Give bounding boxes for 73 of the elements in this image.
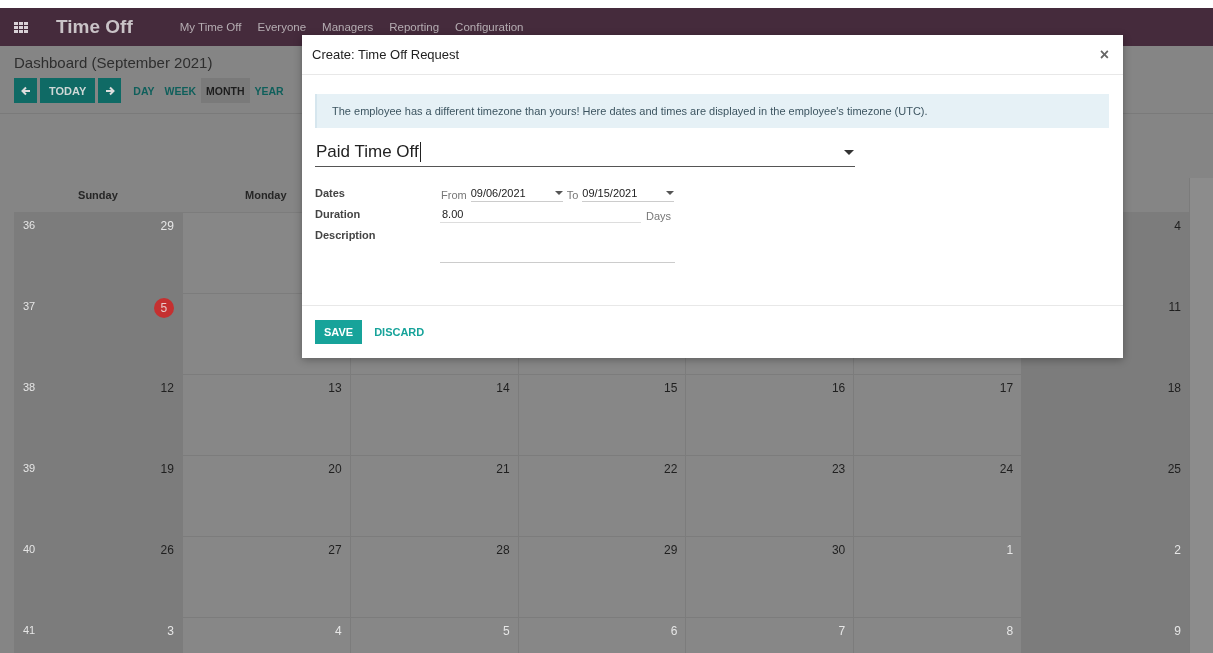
today-badge: 5: [153, 298, 174, 318]
day-number: 29: [160, 219, 174, 233]
apps-menu-button[interactable]: [14, 21, 28, 33]
day-number: 3: [167, 624, 174, 638]
week-number: 37: [23, 300, 36, 312]
menu-item[interactable]: Configuration: [455, 21, 524, 33]
timezone-alert: The employee has a different timezone than yours! Here dates and times are displayed in the employee's timezone (UTC).: [315, 94, 1109, 128]
day-number: 16: [831, 381, 846, 395]
save-button[interactable]: SAVE: [315, 320, 363, 344]
field-label: Description: [315, 229, 377, 241]
discard-button[interactable]: DISCARD: [368, 325, 431, 339]
weekday-header: Sunday: [78, 189, 118, 201]
app-title: Time Off: [56, 16, 133, 38]
day-number: 7: [838, 624, 846, 638]
week-number: 39: [23, 462, 36, 474]
day-number: 1: [1006, 543, 1014, 557]
day-number: 4: [1174, 219, 1181, 233]
today-button[interactable]: TODAY: [40, 78, 96, 103]
day-number: 12: [160, 381, 174, 395]
day-number: 8: [1006, 624, 1014, 638]
day-number: 14: [496, 381, 510, 395]
week-number: 41: [23, 624, 36, 636]
day-number: 13: [328, 381, 342, 395]
day-number: 2: [1174, 543, 1181, 557]
field-label: Dates: [315, 187, 346, 199]
day-number: 20: [328, 462, 342, 476]
menu-item[interactable]: Managers: [322, 21, 374, 33]
field-prefix: From: [441, 188, 467, 201]
field-prefix: To: [566, 188, 579, 201]
day-number: 22: [664, 462, 678, 476]
day-number: 11: [1168, 300, 1181, 314]
day-number: 28: [496, 543, 510, 557]
day-number: 29: [664, 543, 678, 557]
week-number: 36: [23, 219, 36, 231]
day-number: 17: [999, 381, 1014, 395]
day-number: 26: [160, 543, 174, 557]
caret-icon: [844, 149, 854, 155]
menu-item[interactable]: Everyone: [257, 21, 307, 33]
previous-button[interactable]: [14, 78, 37, 103]
day-number: 5: [502, 624, 510, 638]
day-number: 15: [664, 381, 678, 395]
weekday-header: Monday: [245, 189, 287, 201]
close-button[interactable]: ×: [1095, 45, 1113, 64]
day-number: 25: [1167, 462, 1181, 476]
unit-label: Days: [645, 209, 671, 222]
day-number: 24: [999, 462, 1014, 476]
left-arrow-icon: [20, 85, 31, 96]
day-number: 4: [335, 624, 342, 638]
dialog-title: Create: Time Off Request: [312, 47, 460, 62]
day-number: 21: [496, 462, 510, 476]
view-scale-tab[interactable]: MONTH: [201, 78, 250, 103]
caret-icon: [666, 191, 675, 195]
day-number: 6: [670, 624, 678, 638]
week-number: 40: [23, 543, 36, 555]
grid-icon: [14, 21, 28, 33]
right-arrow-icon: [104, 85, 115, 96]
day-number: 27: [328, 543, 342, 557]
menu-item[interactable]: Reporting: [389, 21, 440, 33]
next-button[interactable]: [98, 78, 122, 103]
day-number: 18: [1167, 381, 1181, 395]
leave-type-dropdown[interactable]: Paid Time Off: [315, 128, 855, 167]
duration-field[interactable]: 8.00: [440, 208, 641, 223]
week-number: 38: [23, 381, 36, 393]
date-field[interactable]: 09/06/2021: [470, 187, 563, 202]
page-title: Dashboard (September 2021): [14, 54, 213, 71]
date-field[interactable]: 09/15/2021: [582, 187, 675, 202]
day-number: 9: [1174, 624, 1181, 638]
day-number: 19: [160, 462, 174, 476]
day-number: 30: [831, 543, 846, 557]
day-number: 23: [831, 462, 846, 476]
caret-icon: [554, 191, 563, 195]
field-label: Duration: [315, 208, 362, 220]
menu-item[interactable]: My Time Off: [179, 21, 242, 33]
